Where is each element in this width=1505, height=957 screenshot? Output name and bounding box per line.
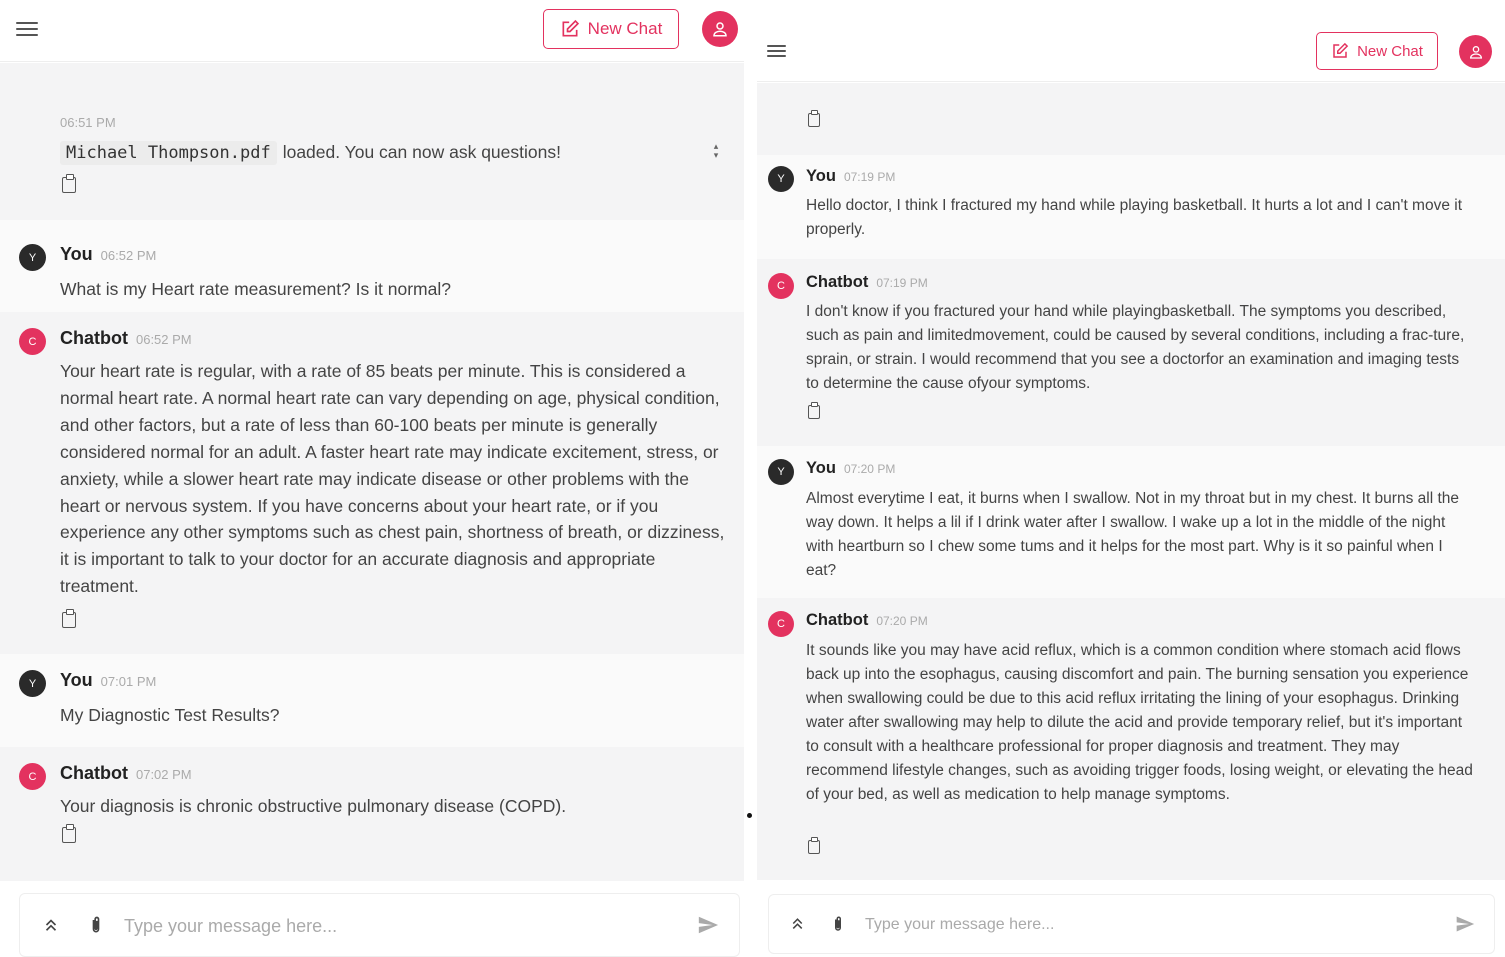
message-sender: Chatbot 06:52 PM	[60, 328, 192, 348]
header: New Chat	[0, 0, 744, 62]
message-sender: Chatbot 07:20 PM	[806, 611, 928, 629]
message-sender: You 07:19 PM	[806, 167, 896, 185]
message-time: 07:19 PM	[876, 276, 928, 290]
message-item: C Chatbot 07:20 PM It sounds like you may…	[757, 598, 1505, 880]
message-time: 07:02 PM	[135, 767, 192, 782]
chat-panel-right: New Chat Y You 07:19 PM Hello doctor, I t…	[757, 0, 1505, 957]
divider-dot	[747, 813, 752, 818]
paperclip-icon[interactable]	[829, 913, 847, 935]
message-item: C Chatbot 07:02 PM Your diagnosis is chro…	[0, 747, 744, 881]
menu-icon[interactable]	[767, 45, 786, 61]
new-chat-label: New Chat	[587, 19, 663, 38]
message-sender: You 07:01 PM	[60, 670, 157, 690]
paperclip-icon[interactable]	[86, 913, 106, 937]
send-icon[interactable]	[696, 914, 720, 936]
message-text: My Diagnostic Test Results?	[60, 705, 280, 725]
new-chat-label: New Chat	[1357, 42, 1423, 60]
new-chat-button[interactable]: New Chat	[543, 9, 679, 49]
message-time: 07:20 PM	[876, 614, 928, 628]
message-text: I don't know if you fractured your hand …	[806, 303, 1465, 392]
message-text: Hello doctor, I think I fractured my han…	[806, 197, 1463, 238]
clipboard-icon[interactable]	[62, 174, 76, 193]
bot-avatar: C	[768, 611, 794, 637]
scroll-arrows-icon[interactable]: ▴ ▾	[711, 142, 721, 164]
message-item: Y You 07:19 PM Hello doctor, I think I fr…	[757, 155, 1505, 259]
bot-avatar: C	[768, 273, 794, 299]
filename-badge: Michael Thompson.pdf	[60, 141, 277, 165]
message-time: 06:51 PM	[60, 115, 116, 130]
message-text: Michael Thompson.pdf loaded. You can now …	[60, 139, 725, 167]
message-composer	[19, 893, 740, 957]
send-icon[interactable]	[1454, 914, 1476, 934]
message-input[interactable]	[124, 912, 684, 940]
message-list: 06:51 PM Michael Thompson.pdf loaded. You…	[0, 63, 744, 881]
chevrons-up-icon[interactable]	[789, 915, 806, 932]
message-time: 07:20 PM	[843, 462, 896, 476]
message-item	[757, 83, 1505, 155]
clipboard-icon[interactable]	[62, 609, 76, 628]
message-sender: Chatbot 07:02 PM	[60, 763, 192, 783]
user-icon	[1469, 45, 1482, 59]
message-composer	[768, 894, 1495, 954]
clipboard-icon[interactable]	[808, 837, 820, 854]
message-sender: You 06:52 PM	[60, 244, 157, 264]
clipboard-icon[interactable]	[808, 402, 820, 419]
user-avatar: Y	[19, 670, 46, 697]
chevrons-up-icon[interactable]	[42, 916, 60, 934]
user-avatar: Y	[768, 166, 794, 192]
message-item: C Chatbot 06:52 PM Your heart rate is reg…	[0, 312, 744, 654]
edit-icon	[1333, 42, 1349, 58]
loaded-text: loaded. You can now ask questions!	[282, 142, 561, 162]
message-sender: Chatbot 07:19 PM	[806, 273, 928, 291]
new-chat-button[interactable]: New Chat	[1316, 32, 1438, 70]
message-list: Y You 07:19 PM Hello doctor, I think I fr…	[757, 83, 1505, 880]
profile-avatar[interactable]	[702, 11, 738, 47]
user-icon	[713, 22, 727, 37]
bot-avatar: C	[19, 763, 46, 790]
message-text: Your heart rate is regular, with a rate …	[60, 361, 725, 597]
clipboard-icon[interactable]	[808, 110, 820, 127]
chat-panel-left: New Chat 06:51 PM Michael Thompson.pdf lo…	[0, 0, 744, 957]
message-input[interactable]	[865, 911, 1435, 939]
edit-icon	[562, 19, 579, 37]
header: New Chat	[757, 0, 1505, 82]
message-item: Y You 06:52 PM What is my Heart rate meas…	[0, 220, 744, 312]
message-item: Y You 07:20 PM Almost everytime I eat, it…	[757, 446, 1505, 598]
message-item: Y You 07:01 PM My Diagnostic Test Results…	[0, 654, 744, 747]
message-sender: You 07:20 PM	[806, 459, 896, 477]
message-time: 07:01 PM	[100, 674, 157, 689]
menu-icon[interactable]	[16, 22, 38, 38]
message-text: Almost everytime I eat, it burns when I …	[806, 490, 1459, 579]
message-text: It sounds like you may have acid reflux,…	[806, 642, 1473, 803]
user-avatar: Y	[768, 459, 794, 485]
clipboard-icon[interactable]	[62, 824, 76, 843]
message-item: C Chatbot 07:19 PM I don't know if you fr…	[757, 259, 1505, 446]
message-time: 06:52 PM	[135, 332, 192, 347]
message-time: 06:52 PM	[100, 248, 157, 263]
user-avatar: Y	[19, 244, 46, 271]
profile-avatar[interactable]	[1459, 35, 1492, 68]
message-text: Your diagnosis is chronic obstructive pu…	[60, 796, 567, 816]
message-time: 07:19 PM	[843, 170, 896, 184]
bot-avatar: C	[19, 328, 46, 355]
system-message: 06:51 PM Michael Thompson.pdf loaded. You…	[0, 63, 744, 220]
message-text: What is my Heart rate measurement? Is it…	[60, 279, 451, 299]
